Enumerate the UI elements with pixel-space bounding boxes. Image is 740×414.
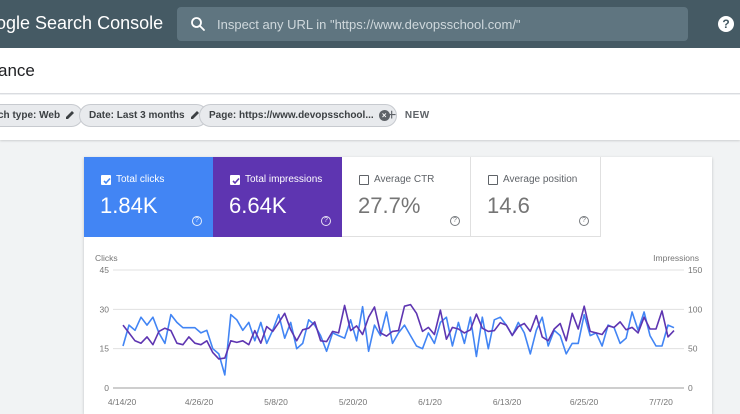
filter-chip-label: Date: Last 3 months xyxy=(89,110,185,121)
right-axis-tick-label: 150 xyxy=(688,265,702,275)
help-icon[interactable]: ? xyxy=(718,16,734,32)
metric-value: 6.64K xyxy=(229,193,287,218)
filter-chip-search-type[interactable]: ch type: Web xyxy=(0,104,84,127)
performance-chart: Clicks Impressions 45 150 30 100 15 50 0 0 4/14… xyxy=(95,253,702,407)
right-axis-tick-label: 50 xyxy=(688,344,698,354)
x-axis-tick-label: 6/13/20 xyxy=(493,397,522,407)
help-question-icon[interactable]: ? xyxy=(450,216,460,226)
filter-chip-page[interactable]: Page: https://www.devopsschool... × xyxy=(199,104,397,127)
metric-total-clicks[interactable]: Total clicks 1.84K ? xyxy=(84,157,213,237)
x-axis-tick-label: 4/26/20 xyxy=(185,397,214,407)
x-axis-tick-label: 6/25/20 xyxy=(570,397,599,407)
app-title[interactable]: ogle Search Console xyxy=(0,13,163,34)
edit-pencil-icon[interactable] xyxy=(65,110,75,120)
top-app-bar: ogle Search Console ? xyxy=(0,0,740,48)
plus-icon: + xyxy=(387,107,397,124)
metric-total-impressions[interactable]: Total impressions 6.64K ? xyxy=(213,157,342,237)
help-question-icon[interactable]: ? xyxy=(192,216,202,226)
metric-average-position[interactable]: Average position 14.6 ? xyxy=(471,157,601,237)
metric-label: Average position xyxy=(503,174,578,185)
x-axis-tick-label: 7/7/20 xyxy=(649,397,673,407)
metric-value: 14.6 xyxy=(487,193,530,218)
help-question-icon[interactable]: ? xyxy=(321,216,331,226)
x-axis-tick-label: 4/14/20 xyxy=(108,397,137,407)
metric-label: Total impressions xyxy=(245,174,323,185)
url-inspection-input[interactable] xyxy=(217,7,677,41)
metric-value: 27.7% xyxy=(358,193,421,218)
left-axis-tick-label: 30 xyxy=(100,304,110,314)
metric-label: Total clicks xyxy=(116,174,165,185)
left-axis-label: Clicks xyxy=(95,253,118,263)
page-title: ance xyxy=(0,61,35,80)
metric-label: Average CTR xyxy=(374,174,435,185)
new-filter-label: NEW xyxy=(404,110,430,121)
right-axis-tick-label: 100 xyxy=(688,304,702,314)
left-axis-tick-label: 15 xyxy=(100,344,110,354)
page-header: ance xyxy=(0,48,740,94)
filter-bar: ch type: Web Date: Last 3 months Page: h… xyxy=(0,95,740,140)
new-filter-button[interactable]: + NEW xyxy=(387,104,430,127)
right-axis-tick-label: 0 xyxy=(688,383,693,393)
checkbox-unchecked-icon[interactable] xyxy=(488,175,498,185)
filter-chip-date[interactable]: Date: Last 3 months xyxy=(79,104,208,127)
search-icon xyxy=(191,17,205,31)
left-axis-tick-label: 45 xyxy=(100,265,110,275)
filter-chip-label: ch type: Web xyxy=(0,110,61,121)
help-question-icon[interactable]: ? xyxy=(579,216,589,226)
filter-chip-label: Page: https://www.devopsschool... xyxy=(209,110,374,121)
x-axis-tick-label: 5/8/20 xyxy=(264,397,288,407)
x-axis-tick-label: 6/1/20 xyxy=(418,397,442,407)
checkbox-checked-icon[interactable] xyxy=(230,175,240,185)
left-axis-tick-label: 0 xyxy=(104,383,109,393)
checkbox-unchecked-icon[interactable] xyxy=(359,175,369,185)
metric-value: 1.84K xyxy=(100,193,158,218)
metric-average-ctr[interactable]: Average CTR 27.7% ? xyxy=(342,157,471,237)
right-axis-label: Impressions xyxy=(653,253,699,263)
x-axis-tick-label: 5/20/20 xyxy=(339,397,368,407)
url-inspection-search-box[interactable] xyxy=(177,7,688,41)
performance-card: Total clicks 1.84K ? Total impressions 6… xyxy=(84,157,712,414)
checkbox-checked-icon[interactable] xyxy=(101,175,111,185)
